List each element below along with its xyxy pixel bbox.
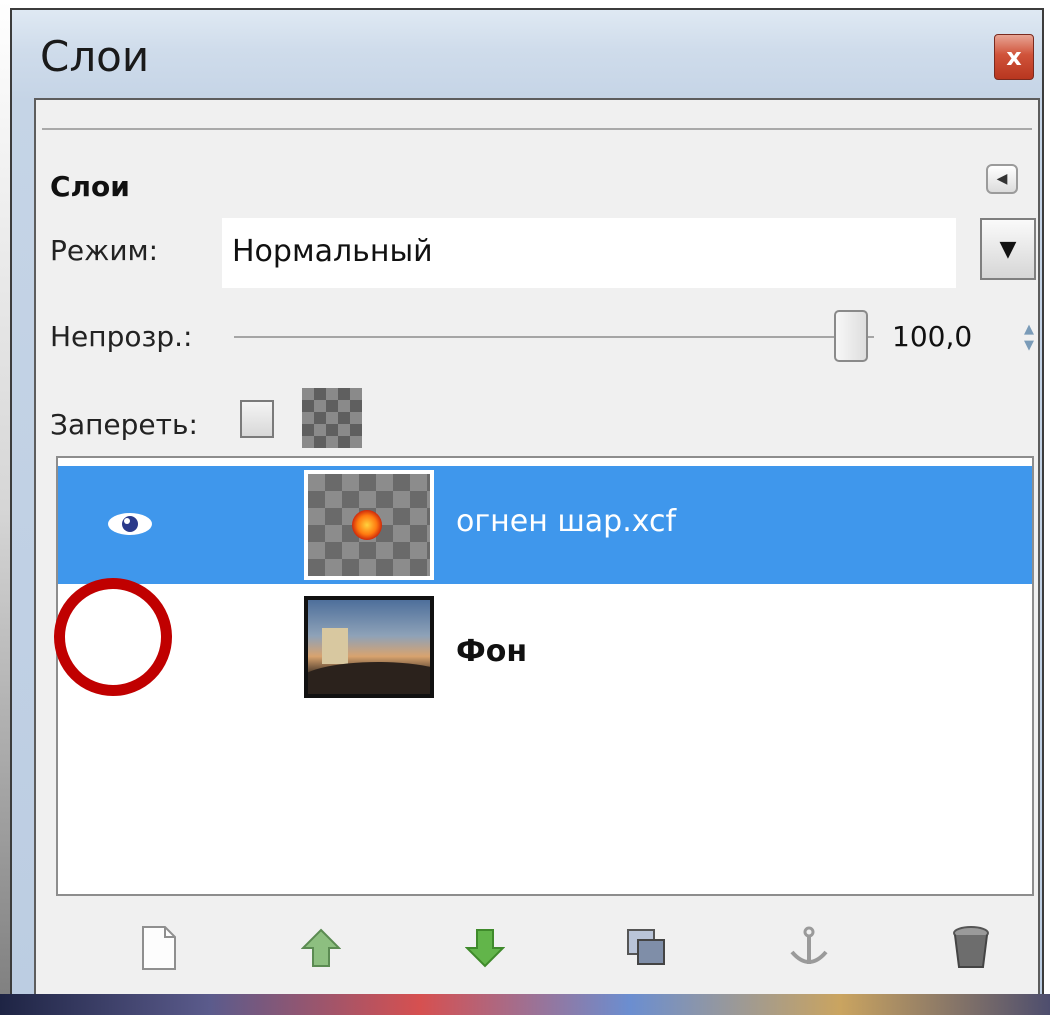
layers-list: огнен шар.xcf Фон — [54, 456, 1034, 896]
desktop-strip — [0, 994, 1050, 1015]
chevron-down-icon: ▼ — [999, 236, 1017, 262]
alpha-lock-icon[interactable] — [302, 388, 362, 448]
layer-row[interactable]: Фон — [54, 578, 1032, 704]
opacity-slider-track[interactable] — [234, 336, 874, 338]
raise-layer-icon[interactable] — [296, 922, 346, 974]
mode-dropdown-button[interactable]: ▼ — [980, 218, 1036, 280]
spin-button[interactable]: ▲ ▼ — [1020, 312, 1038, 364]
mode-label: Режим: — [50, 234, 159, 267]
opacity-value[interactable]: 100,0 — [892, 320, 972, 353]
panel-menu-button[interactable]: ◀ — [986, 164, 1018, 194]
triangle-left-icon: ◀ — [996, 171, 1008, 187]
mode-select-value: Нормальный — [232, 234, 433, 269]
spin-down-icon: ▼ — [1024, 338, 1034, 353]
layer-thumbnail[interactable] — [304, 470, 434, 580]
opacity-slider-handle[interactable] — [834, 310, 868, 362]
delete-layer-icon[interactable] — [946, 922, 996, 974]
hill-image — [308, 662, 430, 694]
lock-label: Запереть: — [50, 408, 198, 441]
duplicate-layer-icon[interactable] — [622, 922, 672, 974]
castle-image — [322, 628, 348, 664]
highlight-circle — [54, 578, 172, 696]
eye-icon[interactable] — [106, 510, 154, 538]
opacity-label: Непрозр.: — [50, 320, 193, 353]
layer-name[interactable]: огнен шар.xcf — [456, 504, 676, 539]
new-layer-icon[interactable] — [134, 922, 184, 974]
lock-checkbox[interactable] — [240, 400, 274, 438]
layer-name[interactable]: Фон — [456, 634, 527, 669]
window-title: Слои — [40, 32, 150, 81]
lower-layer-icon[interactable] — [460, 922, 510, 974]
spin-up-icon: ▲ — [1024, 322, 1034, 337]
anchor-layer-icon[interactable] — [784, 922, 834, 974]
panel-title: Слои — [50, 170, 130, 203]
layer-row[interactable]: огнен шар.xcf — [58, 466, 1032, 584]
layers-dialog: Слои x Слои ◀ Режим: Нормальный ▼ Непроз… — [10, 8, 1044, 1008]
mode-select[interactable]: Нормальный — [222, 218, 956, 288]
dock-tab-bar — [42, 100, 1032, 130]
layers-toolbar — [56, 908, 1034, 988]
close-icon: x — [1006, 43, 1022, 71]
fireball-image — [352, 510, 382, 540]
desktop-edge — [0, 0, 10, 1015]
layer-thumbnail[interactable] — [304, 596, 434, 698]
dock-content: Слои ◀ Режим: Нормальный ▼ Непрозр.: 100… — [34, 98, 1040, 1000]
close-button[interactable]: x — [994, 34, 1034, 80]
